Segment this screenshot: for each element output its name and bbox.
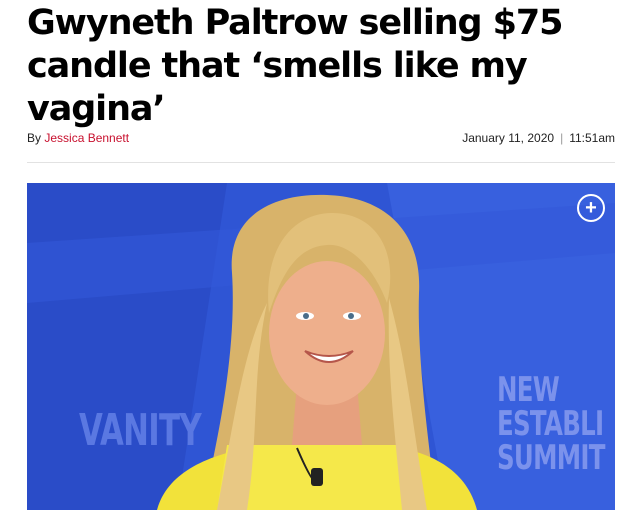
article-headline: Gwyneth Paltrow selling $75 candle that …: [27, 2, 627, 131]
byline: By Jessica Bennett January 11, 2020 | 11:5…: [27, 131, 615, 145]
backdrop-line-2: ESTABLI: [497, 404, 604, 444]
plus-icon: +: [585, 197, 597, 219]
backdrop-summit-text: NEW ESTABLI SUMMIT: [497, 373, 605, 475]
headline-line-3: vagina’: [27, 89, 166, 129]
timestamp-separator: |: [560, 131, 564, 145]
backdrop-line-1: NEW: [497, 370, 560, 410]
article-photo[interactable]: VANITY NEW ESTABLI SUMMIT +: [27, 183, 615, 510]
backdrop-vanity-text: VANITY: [79, 405, 202, 456]
header-divider: [27, 162, 615, 163]
publish-time: 11:51am: [569, 131, 615, 145]
publish-timestamp: January 11, 2020 | 11:51am: [462, 131, 615, 145]
author-link[interactable]: Jessica Bennett: [44, 131, 129, 145]
headline-line-1: Gwyneth Paltrow selling $75: [27, 3, 563, 43]
author-credit: By Jessica Bennett: [27, 131, 129, 145]
backdrop-line-3: SUMMIT: [497, 438, 605, 478]
expand-photo-button[interactable]: +: [577, 194, 605, 222]
byline-prefix: By: [27, 131, 42, 145]
publish-date: January 11, 2020: [462, 131, 555, 145]
headline-line-2: candle that ‘smells like my: [27, 46, 528, 86]
